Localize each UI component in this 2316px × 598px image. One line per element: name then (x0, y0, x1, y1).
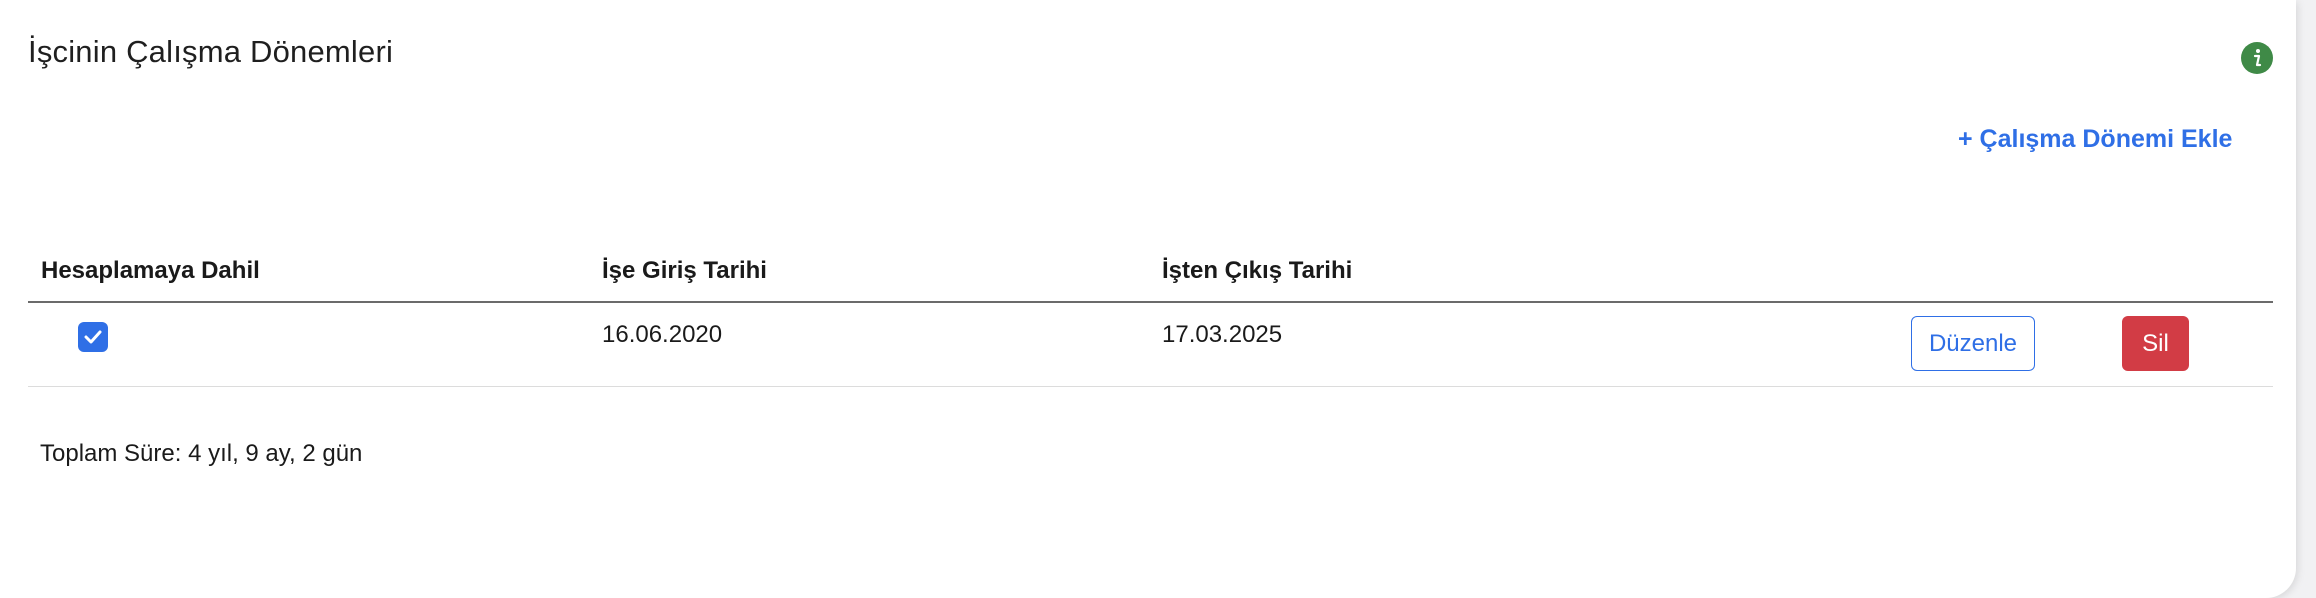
card-title: İşcinin Çalışma Dönemleri (28, 34, 394, 69)
check-icon (84, 330, 102, 344)
start-date-cell: 16.06.2020 (602, 321, 723, 348)
header-end-date: İşten Çıkış Tarihi (1162, 257, 1353, 284)
work-periods-card: İşcinin Çalışma Dönemleri + Çalışma Döne… (0, 0, 2296, 598)
info-glyph-icon (2253, 49, 2262, 67)
total-duration: Toplam Süre: 4 yıl, 9 ay, 2 gün (40, 440, 363, 467)
work-periods-table: Hesaplamaya Dahil İşe Giriş Tarihi İşten… (28, 245, 2273, 387)
edit-button[interactable]: Düzenle (1911, 316, 2035, 371)
end-date-cell: 17.03.2025 (1162, 321, 1283, 348)
table-row: 16.06.2020 17.03.2025 Düzenle Sil (28, 303, 2273, 387)
included-checkbox[interactable] (78, 322, 108, 352)
info-icon[interactable] (2241, 42, 2273, 74)
add-work-period-link[interactable]: + Çalışma Dönemi Ekle (1958, 125, 2232, 154)
delete-button[interactable]: Sil (2122, 316, 2189, 371)
header-start-date: İşe Giriş Tarihi (602, 257, 767, 284)
table-header: Hesaplamaya Dahil İşe Giriş Tarihi İşten… (28, 245, 2273, 303)
header-included: Hesaplamaya Dahil (41, 257, 260, 284)
